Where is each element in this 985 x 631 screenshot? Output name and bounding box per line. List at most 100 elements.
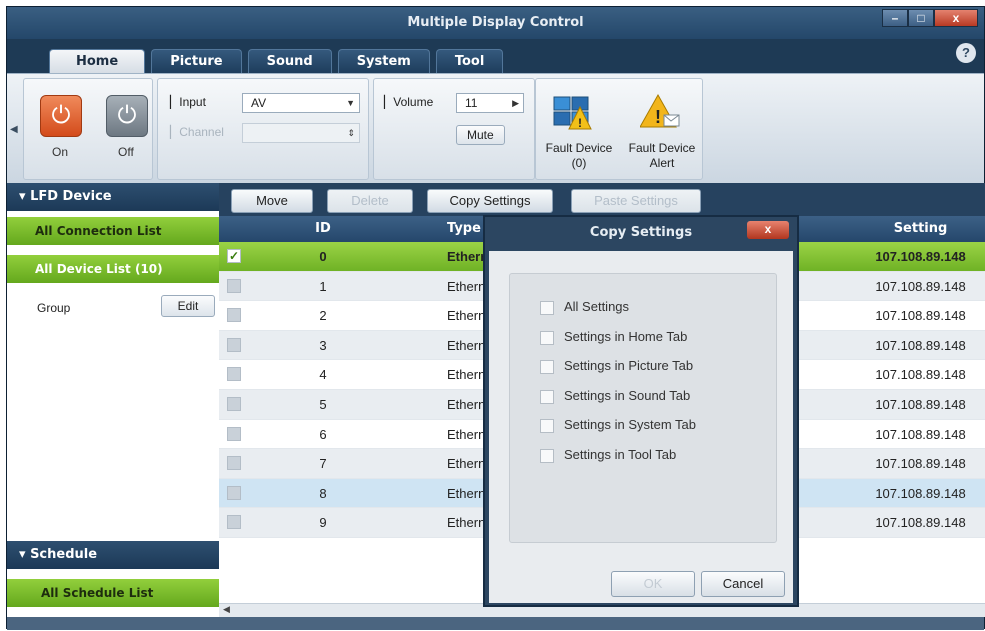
cell-setting: 107.108.89.148 [875,485,966,501]
fault-device-count: (0) [571,156,587,170]
fault-alert-text-2: Alert [649,156,675,170]
scroll-left-icon[interactable]: ◀ [223,604,230,615]
power-off-label: Off [118,145,134,159]
input-group: ▏Input AV ▼ ▏Channel ⇕ [157,78,369,180]
chevron-down-icon: ▼ [346,98,355,108]
select-all-checkbox[interactable] [219,216,249,242]
sidebar-group-label: Group [37,301,71,315]
row-checkbox[interactable]: ✓ [227,249,241,263]
cell-id: 4 [319,367,327,383]
cell-setting: 107.108.89.148 [875,456,966,472]
checkbox[interactable] [540,331,554,345]
ribbon: ◀ ⏻ On ⏻ Off ▏Input AV ▼ ▏Channel ⇕ ▏Vol… [7,73,984,183]
fault-alert-icon[interactable]: ! [640,93,680,131]
sidebar-header-lfd[interactable]: ▾ LFD Device [7,183,219,211]
maximize-button[interactable]: □ [908,9,934,27]
cell-id: 1 [319,278,327,294]
tab-home[interactable]: Home [49,49,146,73]
cell-setting: 107.108.89.148 [875,278,966,294]
device-toolbar: Move Delete Copy Settings Paste Settings [219,183,985,216]
sidebar-header-schedule[interactable]: ▾ Schedule [7,541,219,569]
option-label: Settings in Sound Tab [564,388,691,403]
volume-group: ▏Volume 11 ▶ Mute [373,78,535,180]
sidebar-item-all-device[interactable]: All Device List (10) [7,255,219,283]
column-setting[interactable]: Setting [855,216,985,242]
checkbox[interactable] [540,360,554,374]
cell-setting: 107.108.89.148 [875,397,966,412]
cell-type: Ethern [447,456,486,472]
cell-id: 0 [319,249,327,264]
tab-system[interactable]: System [337,49,430,73]
cell-setting: 107.108.89.148 [875,308,966,324]
option-label: Settings in Home Tab [564,329,688,344]
row-checkbox[interactable] [227,426,241,441]
tab-tool[interactable]: Tool [435,49,504,73]
fault-group: ! Fault Device (0) ! Fault Device Alert [535,78,703,180]
row-checkbox[interactable] [227,308,241,323]
stepper-arrows-icon: ⇕ [347,128,355,138]
power-on-label: On [52,145,69,159]
cell-type: Ethern [447,337,486,353]
main-tabs: Home Picture Sound System Tool [49,49,509,73]
row-checkbox[interactable] [227,515,241,530]
checkbox[interactable] [540,301,554,315]
cell-type: Ethern [447,249,489,264]
cell-type: Ethern [447,426,486,442]
chevron-right-icon: ▶ [512,98,519,108]
help-icon[interactable]: ? [956,43,976,63]
tab-picture[interactable]: Picture [151,49,242,73]
close-button[interactable]: x [934,9,978,27]
delete-button[interactable]: Delete [327,189,413,213]
cell-setting: 107.108.89.148 [875,249,966,264]
cancel-button[interactable]: Cancel [701,571,785,597]
checkbox[interactable] [540,390,554,404]
paste-settings-button[interactable]: Paste Settings [571,189,701,213]
minimize-button[interactable]: – [882,9,908,27]
volume-label: ▏Volume [384,95,434,109]
move-button[interactable]: Move [231,189,313,213]
row-checkbox[interactable] [227,278,241,293]
sidebar-item-all-connection[interactable]: All Connection List [7,217,219,245]
row-checkbox[interactable] [227,367,241,382]
svg-text:!: ! [578,116,582,130]
option-label: Settings in Tool Tab [564,447,677,462]
ok-button[interactable]: OK [611,571,695,597]
checkbox[interactable] [540,419,554,433]
mute-button[interactable]: Mute [456,125,505,145]
cell-id: 5 [319,397,327,412]
cell-id: 9 [319,515,327,531]
fault-device-label: Fault Device (0) [538,141,620,171]
cell-setting: 107.108.89.148 [875,515,966,531]
svg-text:!: ! [655,107,661,127]
sidebar-item-all-schedule[interactable]: All Schedule List [7,579,219,607]
row-checkbox[interactable] [227,485,241,500]
input-label: ▏Input [170,95,206,109]
power-off-button[interactable]: ⏻ [106,95,148,137]
tab-sound[interactable]: Sound [247,49,332,73]
ribbon-scroll-left-icon[interactable]: ◀ [10,124,18,135]
cell-id: 8 [319,485,327,501]
copy-settings-button[interactable]: Copy Settings [427,189,553,213]
row-checkbox[interactable] [227,337,241,352]
power-on-button[interactable]: ⏻ [40,95,82,137]
fault-device-icon[interactable]: ! [552,93,592,131]
channel-stepper[interactable]: ⇕ [242,123,360,143]
column-type[interactable]: Type [397,216,487,242]
settings-options-panel: All Settings Settings in Home Tab Settin… [509,273,777,543]
dialog-close-button[interactable]: x [747,221,789,239]
row-checkbox[interactable] [227,397,241,411]
checkbox[interactable] [540,449,554,463]
option-label: Settings in System Tab [564,417,696,432]
cell-id: 7 [319,456,327,472]
copy-settings-dialog: Copy Settings x All Settings Settings in… [483,215,799,607]
edit-group-button[interactable]: Edit [161,295,215,317]
cell-setting: 107.108.89.148 [875,337,966,353]
volume-stepper[interactable]: 11 ▶ [456,93,524,113]
column-id[interactable]: ID [249,216,397,242]
cell-id: 3 [319,337,327,353]
cell-setting: 107.108.89.148 [875,367,966,383]
row-checkbox[interactable] [227,456,241,471]
channel-label: ▏Channel [170,125,224,139]
input-select[interactable]: AV ▼ [242,93,360,113]
title-bar: Multiple Display Control – □ x [7,7,984,39]
